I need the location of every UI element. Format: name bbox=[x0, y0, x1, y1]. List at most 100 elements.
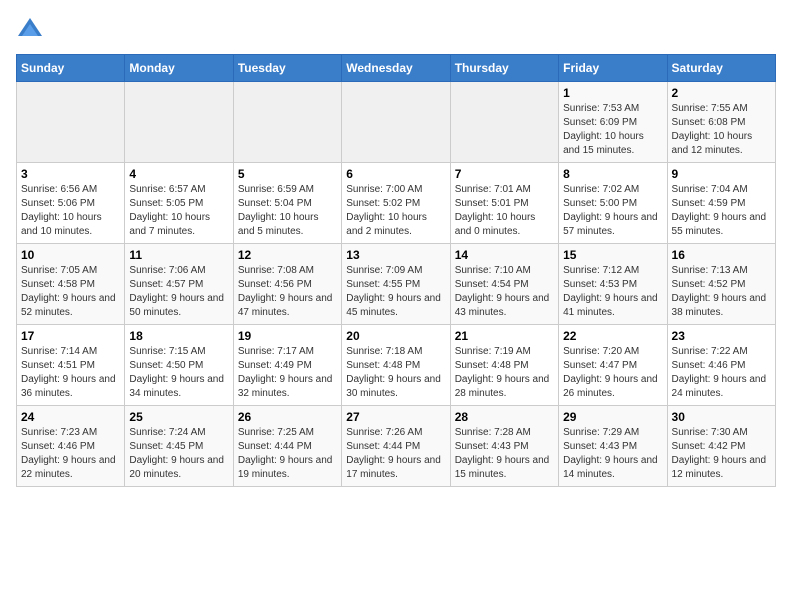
day-info: Sunrise: 7:55 AM Sunset: 6:08 PM Dayligh… bbox=[672, 102, 771, 158]
col-thursday: Thursday bbox=[450, 55, 558, 82]
day-info: Sunrise: 7:08 AM Sunset: 4:56 PM Dayligh… bbox=[238, 264, 337, 320]
calendar-cell: 3 Sunrise: 6:56 AM Sunset: 5:06 PM Daylig… bbox=[17, 163, 125, 244]
col-saturday: Saturday bbox=[667, 55, 775, 82]
day-number: 4 bbox=[129, 167, 228, 181]
day-number: 22 bbox=[563, 329, 662, 343]
calendar-cell: 9 Sunrise: 7:04 AM Sunset: 4:59 PM Daylig… bbox=[667, 163, 775, 244]
day-number: 13 bbox=[346, 248, 445, 262]
logo-icon bbox=[16, 16, 44, 44]
day-number: 19 bbox=[238, 329, 337, 343]
day-info: Sunrise: 6:56 AM Sunset: 5:06 PM Dayligh… bbox=[21, 183, 120, 239]
calendar-cell: 2 Sunrise: 7:55 AM Sunset: 6:08 PM Daylig… bbox=[667, 82, 775, 163]
day-info: Sunrise: 7:19 AM Sunset: 4:48 PM Dayligh… bbox=[455, 345, 554, 401]
calendar-week-1: 1 Sunrise: 7:53 AM Sunset: 6:09 PM Daylig… bbox=[17, 82, 776, 163]
day-number: 15 bbox=[563, 248, 662, 262]
day-info: Sunrise: 7:53 AM Sunset: 6:09 PM Dayligh… bbox=[563, 102, 662, 158]
day-info: Sunrise: 7:29 AM Sunset: 4:43 PM Dayligh… bbox=[563, 426, 662, 482]
day-number: 24 bbox=[21, 410, 120, 424]
day-number: 29 bbox=[563, 410, 662, 424]
calendar-cell: 12 Sunrise: 7:08 AM Sunset: 4:56 PM Dayli… bbox=[233, 244, 341, 325]
day-number: 21 bbox=[455, 329, 554, 343]
calendar-cell: 13 Sunrise: 7:09 AM Sunset: 4:55 PM Dayli… bbox=[342, 244, 450, 325]
day-info: Sunrise: 7:00 AM Sunset: 5:02 PM Dayligh… bbox=[346, 183, 445, 239]
day-number: 6 bbox=[346, 167, 445, 181]
calendar-cell: 4 Sunrise: 6:57 AM Sunset: 5:05 PM Daylig… bbox=[125, 163, 233, 244]
day-info: Sunrise: 6:57 AM Sunset: 5:05 PM Dayligh… bbox=[129, 183, 228, 239]
day-info: Sunrise: 7:04 AM Sunset: 4:59 PM Dayligh… bbox=[672, 183, 771, 239]
day-info: Sunrise: 7:10 AM Sunset: 4:54 PM Dayligh… bbox=[455, 264, 554, 320]
calendar-cell: 8Sunrise: 7:02 AM Sunset: 5:00 PM Daylig… bbox=[559, 163, 667, 244]
day-info: Sunrise: 7:18 AM Sunset: 4:48 PM Dayligh… bbox=[346, 345, 445, 401]
day-number: 20 bbox=[346, 329, 445, 343]
day-info: Sunrise: 7:17 AM Sunset: 4:49 PM Dayligh… bbox=[238, 345, 337, 401]
calendar-cell: 28 Sunrise: 7:28 AM Sunset: 4:43 PM Dayli… bbox=[450, 406, 558, 487]
day-number: 14 bbox=[455, 248, 554, 262]
calendar-cell: 1 Sunrise: 7:53 AM Sunset: 6:09 PM Daylig… bbox=[559, 82, 667, 163]
day-info: Sunrise: 7:24 AM Sunset: 4:45 PM Dayligh… bbox=[129, 426, 228, 482]
calendar-cell: 19 Sunrise: 7:17 AM Sunset: 4:49 PM Dayli… bbox=[233, 325, 341, 406]
day-number: 5 bbox=[238, 167, 337, 181]
calendar-body: 1 Sunrise: 7:53 AM Sunset: 6:09 PM Daylig… bbox=[17, 82, 776, 487]
day-info: Sunrise: 7:14 AM Sunset: 4:51 PM Dayligh… bbox=[21, 345, 120, 401]
day-number: 8 bbox=[563, 167, 662, 181]
day-number: 1 bbox=[563, 86, 662, 100]
day-number: 27 bbox=[346, 410, 445, 424]
day-number: 7 bbox=[455, 167, 554, 181]
calendar-cell: 23 Sunrise: 7:22 AM Sunset: 4:46 PM Dayli… bbox=[667, 325, 775, 406]
calendar-cell: 26 Sunrise: 7:25 AM Sunset: 4:44 PM Dayli… bbox=[233, 406, 341, 487]
day-number: 12 bbox=[238, 248, 337, 262]
calendar-cell bbox=[233, 82, 341, 163]
day-number: 28 bbox=[455, 410, 554, 424]
col-monday: Monday bbox=[125, 55, 233, 82]
day-info: Sunrise: 7:28 AM Sunset: 4:43 PM Dayligh… bbox=[455, 426, 554, 482]
day-info: Sunrise: 7:25 AM Sunset: 4:44 PM Dayligh… bbox=[238, 426, 337, 482]
calendar-cell: 18Sunrise: 7:15 AM Sunset: 4:50 PM Dayli… bbox=[125, 325, 233, 406]
day-number: 3 bbox=[21, 167, 120, 181]
day-number: 9 bbox=[672, 167, 771, 181]
day-info: Sunrise: 6:59 AM Sunset: 5:04 PM Dayligh… bbox=[238, 183, 337, 239]
calendar-cell bbox=[450, 82, 558, 163]
calendar-cell: 14 Sunrise: 7:10 AM Sunset: 4:54 PM Dayli… bbox=[450, 244, 558, 325]
day-number: 23 bbox=[672, 329, 771, 343]
calendar-cell bbox=[342, 82, 450, 163]
calendar-cell: 6 Sunrise: 7:00 AM Sunset: 5:02 PM Daylig… bbox=[342, 163, 450, 244]
calendar-week-5: 24 Sunrise: 7:23 AM Sunset: 4:46 PM Dayli… bbox=[17, 406, 776, 487]
calendar-cell: 24 Sunrise: 7:23 AM Sunset: 4:46 PM Dayli… bbox=[17, 406, 125, 487]
calendar-cell: 5 Sunrise: 6:59 AM Sunset: 5:04 PM Daylig… bbox=[233, 163, 341, 244]
day-info: Sunrise: 7:09 AM Sunset: 4:55 PM Dayligh… bbox=[346, 264, 445, 320]
calendar-cell: 27Sunrise: 7:26 AM Sunset: 4:44 PM Dayli… bbox=[342, 406, 450, 487]
day-info: Sunrise: 7:13 AM Sunset: 4:52 PM Dayligh… bbox=[672, 264, 771, 320]
calendar-cell: 30 Sunrise: 7:30 AM Sunset: 4:42 PM Dayli… bbox=[667, 406, 775, 487]
calendar-cell: 11 Sunrise: 7:06 AM Sunset: 4:57 PM Dayli… bbox=[125, 244, 233, 325]
day-info: Sunrise: 7:20 AM Sunset: 4:47 PM Dayligh… bbox=[563, 345, 662, 401]
header-row: Sunday Monday Tuesday Wednesday Thursday… bbox=[17, 55, 776, 82]
calendar-cell: 15 Sunrise: 7:12 AM Sunset: 4:53 PM Dayli… bbox=[559, 244, 667, 325]
page-header bbox=[16, 16, 776, 44]
calendar-week-4: 17 Sunrise: 7:14 AM Sunset: 4:51 PM Dayli… bbox=[17, 325, 776, 406]
logo bbox=[16, 16, 48, 44]
calendar-cell: 21 Sunrise: 7:19 AM Sunset: 4:48 PM Dayli… bbox=[450, 325, 558, 406]
calendar-week-2: 3 Sunrise: 6:56 AM Sunset: 5:06 PM Daylig… bbox=[17, 163, 776, 244]
day-info: Sunrise: 7:30 AM Sunset: 4:42 PM Dayligh… bbox=[672, 426, 771, 482]
day-number: 2 bbox=[672, 86, 771, 100]
day-info: Sunrise: 7:22 AM Sunset: 4:46 PM Dayligh… bbox=[672, 345, 771, 401]
calendar-cell: 10Sunrise: 7:05 AM Sunset: 4:58 PM Dayli… bbox=[17, 244, 125, 325]
day-info: Sunrise: 7:23 AM Sunset: 4:46 PM Dayligh… bbox=[21, 426, 120, 482]
calendar-cell: 29 Sunrise: 7:29 AM Sunset: 4:43 PM Dayli… bbox=[559, 406, 667, 487]
day-info: Sunrise: 7:15 AM Sunset: 4:50 PM Dayligh… bbox=[129, 345, 228, 401]
day-number: 17 bbox=[21, 329, 120, 343]
day-info: Sunrise: 7:01 AM Sunset: 5:01 PM Dayligh… bbox=[455, 183, 554, 239]
day-number: 10 bbox=[21, 248, 120, 262]
day-info: Sunrise: 7:12 AM Sunset: 4:53 PM Dayligh… bbox=[563, 264, 662, 320]
day-number: 30 bbox=[672, 410, 771, 424]
col-tuesday: Tuesday bbox=[233, 55, 341, 82]
calendar-cell bbox=[17, 82, 125, 163]
calendar-week-3: 10Sunrise: 7:05 AM Sunset: 4:58 PM Dayli… bbox=[17, 244, 776, 325]
day-info: Sunrise: 7:06 AM Sunset: 4:57 PM Dayligh… bbox=[129, 264, 228, 320]
day-number: 11 bbox=[129, 248, 228, 262]
calendar-table: Sunday Monday Tuesday Wednesday Thursday… bbox=[16, 54, 776, 487]
calendar-cell: 22 Sunrise: 7:20 AM Sunset: 4:47 PM Dayli… bbox=[559, 325, 667, 406]
col-friday: Friday bbox=[559, 55, 667, 82]
day-number: 26 bbox=[238, 410, 337, 424]
calendar-cell bbox=[125, 82, 233, 163]
